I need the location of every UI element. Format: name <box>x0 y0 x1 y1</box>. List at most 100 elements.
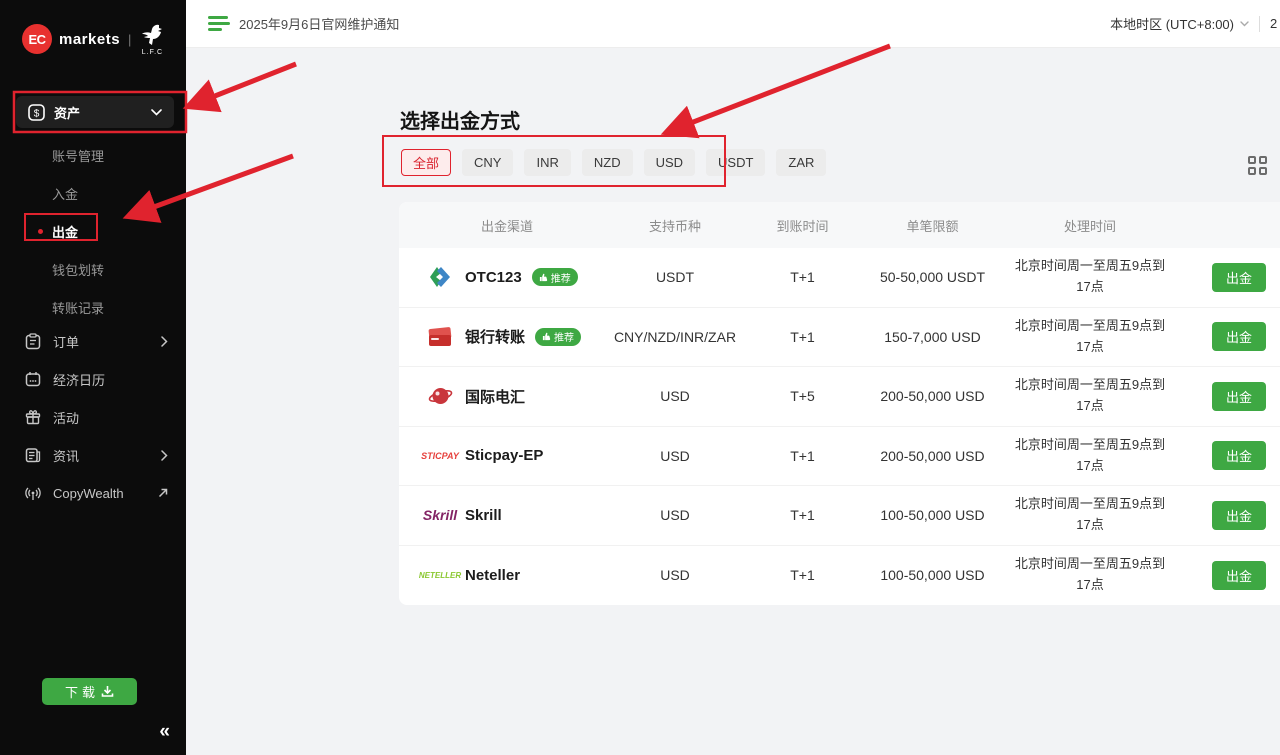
timezone-selector[interactable]: 本地时区 (UTC+8:00) <box>1110 14 1249 33</box>
column-header: 支持币种 <box>610 216 740 235</box>
supported-currency: USD <box>610 567 740 583</box>
sidebar-item-account-management[interactable]: 账号管理 <box>0 136 186 174</box>
column-header: 到账时间 <box>740 216 865 235</box>
sidebar-item-news[interactable]: 资讯 <box>0 436 186 474</box>
supported-currency: CNY/NZD/INR/ZAR <box>610 329 740 345</box>
processing-time: 北京时间周一至周五9点到17点 <box>1000 256 1180 298</box>
grid-view-icon[interactable] <box>1248 156 1268 176</box>
limit-per-transaction: 100-50,000 USD <box>865 507 1000 523</box>
withdraw-button[interactable]: 出金 <box>1212 263 1266 292</box>
external-link-icon <box>158 488 168 498</box>
sticpay-logo: STICPAY <box>425 451 455 461</box>
badge-label: 推荐 <box>554 329 574 344</box>
timezone-label: 本地时区 (UTC+8:00) <box>1110 14 1234 33</box>
bank-transfer-logo-icon <box>425 326 455 348</box>
supported-currency: USDT <box>610 269 740 285</box>
filter-chip-all[interactable]: 全部 <box>401 149 451 176</box>
column-header: 出金渠道 <box>399 216 610 235</box>
limit-per-transaction: 200-50,000 USD <box>865 388 1000 404</box>
limit-per-transaction: 200-50,000 USD <box>865 448 1000 464</box>
maintenance-notice[interactable]: 2025年9月6日官网维护通知 <box>239 14 399 33</box>
channel-name: Skrill <box>465 507 502 524</box>
withdraw-button[interactable]: 出金 <box>1212 501 1266 530</box>
table-row: STICPAY Sticpay-EP USD T+1 200-50,000 US… <box>399 427 1280 487</box>
topbar: 2025年9月6日官网维护通知 本地时区 (UTC+8:00) 2 <box>186 0 1280 48</box>
filter-chip-usd[interactable]: USD <box>644 149 695 176</box>
chevron-right-icon <box>161 450 168 461</box>
lfc-liverbird-icon: L.F.C <box>139 23 165 56</box>
chevron-down-icon <box>1240 21 1249 27</box>
neteller-logo: NETELLER <box>425 571 455 580</box>
processing-time: 北京时间周一至周五9点到17点 <box>1000 494 1180 536</box>
sidebar-item-label: 钱包划转 <box>52 260 104 279</box>
collapse-sidebar-icon[interactable]: « <box>159 721 170 743</box>
topbar-divider <box>1259 16 1260 32</box>
sidebar-item-label: CopyWealth <box>53 486 124 501</box>
channel-name: 国际电汇 <box>465 386 525 407</box>
download-label: 下载 <box>65 682 99 701</box>
sidebar-item-activities[interactable]: 活动 <box>0 398 186 436</box>
news-icon <box>24 446 42 464</box>
page-title: 选择出金方式 <box>400 105 520 134</box>
sidebar-item-label: 活动 <box>53 408 79 427</box>
arrival-time: T+1 <box>740 329 865 345</box>
sidebar-item-wallet-transfer[interactable]: 钱包划转 <box>0 250 186 288</box>
sidebar-item-label: 出金 <box>52 222 78 241</box>
withdraw-methods-table: 出金渠道 支持币种 到账时间 单笔限额 处理时间 OTC123 推荐 USDT … <box>399 202 1280 605</box>
logo-divider: | <box>128 32 131 47</box>
sidebar-item-assets[interactable]: $ 资产 <box>16 96 174 128</box>
sidebar: EC markets | L.F.C $ 资产 账号管理 入金 出金 钱包划转 … <box>0 0 186 755</box>
filter-chip-cny[interactable]: CNY <box>462 149 513 176</box>
download-icon <box>101 685 114 698</box>
filter-chip-usdt[interactable]: USDT <box>706 149 765 176</box>
active-dot <box>38 229 43 234</box>
download-button[interactable]: 下载 <box>42 678 137 705</box>
calendar-icon <box>24 370 42 388</box>
svg-text:$: $ <box>34 108 40 119</box>
withdraw-button[interactable]: 出金 <box>1212 441 1266 470</box>
thumbs-up-icon <box>542 332 551 341</box>
main-content: 选择出金方式 全部 CNY INR NZD USD USDT ZAR 出金渠道 … <box>186 48 1280 755</box>
limit-per-transaction: 150-7,000 USD <box>865 329 1000 345</box>
arrival-time: T+1 <box>740 567 865 583</box>
broadcast-icon <box>24 484 42 502</box>
processing-time: 北京时间周一至周五9点到17点 <box>1000 554 1180 596</box>
otc123-logo-icon <box>425 265 455 289</box>
sidebar-item-copywealth[interactable]: CopyWealth <box>0 474 186 512</box>
sidebar-item-transfer-records[interactable]: 转账记录 <box>0 288 186 326</box>
lfc-label: L.F.C <box>142 49 163 56</box>
clipboard-icon <box>24 332 42 350</box>
sidebar-item-label: 经济日历 <box>53 370 105 389</box>
withdraw-button[interactable]: 出金 <box>1212 322 1266 351</box>
processing-time: 北京时间周一至周五9点到17点 <box>1000 375 1180 417</box>
supported-currency: USD <box>610 448 740 464</box>
sidebar-item-assets-label: 资产 <box>54 103 80 122</box>
table-row: NETELLER Neteller USD T+1 100-50,000 USD… <box>399 546 1280 606</box>
table-row: Skrill Skrill USD T+1 100-50,000 USD 北京时… <box>399 486 1280 546</box>
sticpay-logo-text: STICPAY <box>421 451 459 461</box>
supported-currency: USD <box>610 388 740 404</box>
brand-logo: EC markets | L.F.C <box>0 0 186 62</box>
processing-time: 北京时间周一至周五9点到17点 <box>1000 435 1180 477</box>
filter-chip-zar[interactable]: ZAR <box>776 149 826 176</box>
filter-chip-nzd[interactable]: NZD <box>582 149 633 176</box>
sidebar-item-label: 资讯 <box>53 446 79 465</box>
wire-transfer-logo-icon <box>425 385 455 407</box>
logo-text: markets <box>59 31 120 48</box>
ec-logo-icon: EC <box>22 24 52 54</box>
arrival-time: T+1 <box>740 448 865 464</box>
withdraw-button[interactable]: 出金 <box>1212 382 1266 411</box>
table-row: OTC123 推荐 USDT T+1 50-50,000 USDT 北京时间周一… <box>399 248 1280 308</box>
sidebar-item-economic-calendar[interactable]: 经济日历 <box>0 360 186 398</box>
chevron-down-icon <box>151 109 162 116</box>
column-header: 处理时间 <box>1000 216 1180 235</box>
channel-name: 银行转账 <box>465 326 525 347</box>
sidebar-item-orders[interactable]: 订单 <box>0 322 186 360</box>
gift-icon <box>24 408 42 426</box>
withdraw-button[interactable]: 出金 <box>1212 561 1266 590</box>
filter-chip-inr[interactable]: INR <box>524 149 570 176</box>
sidebar-main-menu: 订单 经济日历 活动 资讯 CopyWealth <box>0 322 186 512</box>
currency-filter-bar: 全部 CNY INR NZD USD USDT ZAR <box>401 149 826 176</box>
sidebar-item-deposit[interactable]: 入金 <box>0 174 186 212</box>
sidebar-item-withdraw[interactable]: 出金 <box>0 212 186 250</box>
